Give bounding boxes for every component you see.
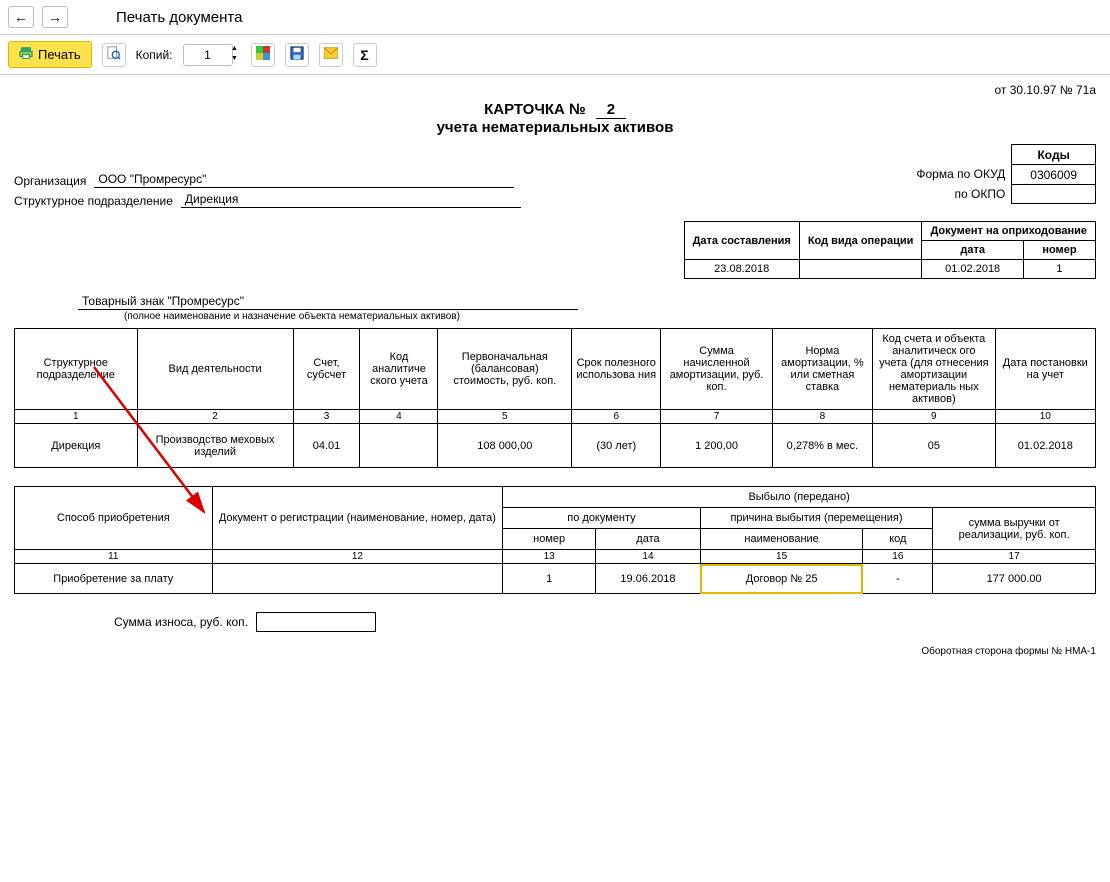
meta-doc-no: 1 xyxy=(1023,260,1095,279)
wear-label: Сумма износа, руб. коп. xyxy=(114,615,248,629)
meta-doc-date: 01.02.2018 xyxy=(922,260,1023,279)
window-title: Печать документа xyxy=(116,9,242,26)
okpo-label: по ОКПО xyxy=(916,184,1005,204)
org-block: Организация ООО "Промресурс" Структурное… xyxy=(14,168,521,211)
wear-row: Сумма износа, руб. коп. xyxy=(114,612,1096,632)
meta-table: Дата составления Код вида операции Докум… xyxy=(684,221,1096,279)
titlebar: ← → Печать документа xyxy=(0,0,1110,35)
org-value: ООО "Промресурс" xyxy=(94,171,514,188)
print-button[interactable]: Печать xyxy=(8,41,92,68)
toolbar: Печать Копий: 1 ▲ ▼ Σ xyxy=(0,35,1110,75)
meta-op-code xyxy=(799,260,922,279)
okud-value: 0306009 xyxy=(1012,165,1096,185)
dept-label: Структурное подразделение xyxy=(14,194,173,208)
asset-name-block: Товарный знак "Промресурс" xyxy=(78,293,1096,310)
spinner-down-icon[interactable]: ▼ xyxy=(229,55,241,65)
template-button[interactable] xyxy=(251,43,275,67)
save-button[interactable] xyxy=(285,43,309,67)
preview-button[interactable] xyxy=(102,43,126,67)
org-label: Организация xyxy=(14,174,86,188)
forward-button[interactable]: → xyxy=(42,6,68,28)
asset-name: Товарный знак "Промресурс" xyxy=(78,293,578,310)
codes-table: Коды 0306009 xyxy=(1011,144,1096,204)
codes-block: Форма по ОКУД по ОКПО Коды 0306009 xyxy=(916,144,1096,204)
envelope-icon xyxy=(324,47,338,62)
copies-label: Копий: xyxy=(136,48,173,62)
okpo-value xyxy=(1012,185,1096,204)
magnifier-icon xyxy=(107,46,121,63)
diskette-icon xyxy=(290,46,304,63)
printer-icon xyxy=(19,46,33,63)
document-page: от 30.10.97 № 71а КАРТОЧКА № 2 учета нем… xyxy=(0,75,1110,677)
meta-date-made: 23.08.2018 xyxy=(684,260,799,279)
copies-spinner[interactable]: ▲ ▼ xyxy=(229,45,241,65)
form-reference: от 30.10.97 № 71а xyxy=(14,83,1096,97)
card-number: 2 xyxy=(596,101,626,119)
email-button[interactable] xyxy=(319,43,343,67)
sum-button[interactable]: Σ xyxy=(353,43,377,67)
sigma-icon: Σ xyxy=(360,47,368,63)
wear-value-box xyxy=(256,612,376,632)
back-button[interactable]: ← xyxy=(8,6,34,28)
main-table: Структурное подразделение Вид деятельнос… xyxy=(14,328,1096,468)
grid-color-icon xyxy=(256,46,270,63)
spinner-up-icon[interactable]: ▲ xyxy=(229,45,241,55)
okud-label: Форма по ОКУД xyxy=(916,164,1005,184)
table-row: Дирекция Производство меховых изделий 04… xyxy=(15,424,1096,468)
card-title: КАРТОЧКА № 2 xyxy=(14,101,1096,119)
card-subtitle: учета нематериальных активов xyxy=(14,119,1096,136)
table-row: Приобретение за плату 1 19.06.2018 Догов… xyxy=(15,564,1096,594)
print-label: Печать xyxy=(38,47,81,62)
copies-input[interactable]: 1 xyxy=(183,44,233,66)
footer-note: Оборотная сторона формы № НМА-1 xyxy=(14,646,1096,657)
second-table: Способ приобретения Документ о регистрац… xyxy=(14,486,1096,594)
asset-name-hint: (полное наименование и назначение объект… xyxy=(124,311,1096,322)
dept-value: Дирекция xyxy=(181,191,521,208)
highlighted-cell: Договор № 25 xyxy=(700,564,863,594)
codes-header: Коды xyxy=(1012,145,1096,165)
